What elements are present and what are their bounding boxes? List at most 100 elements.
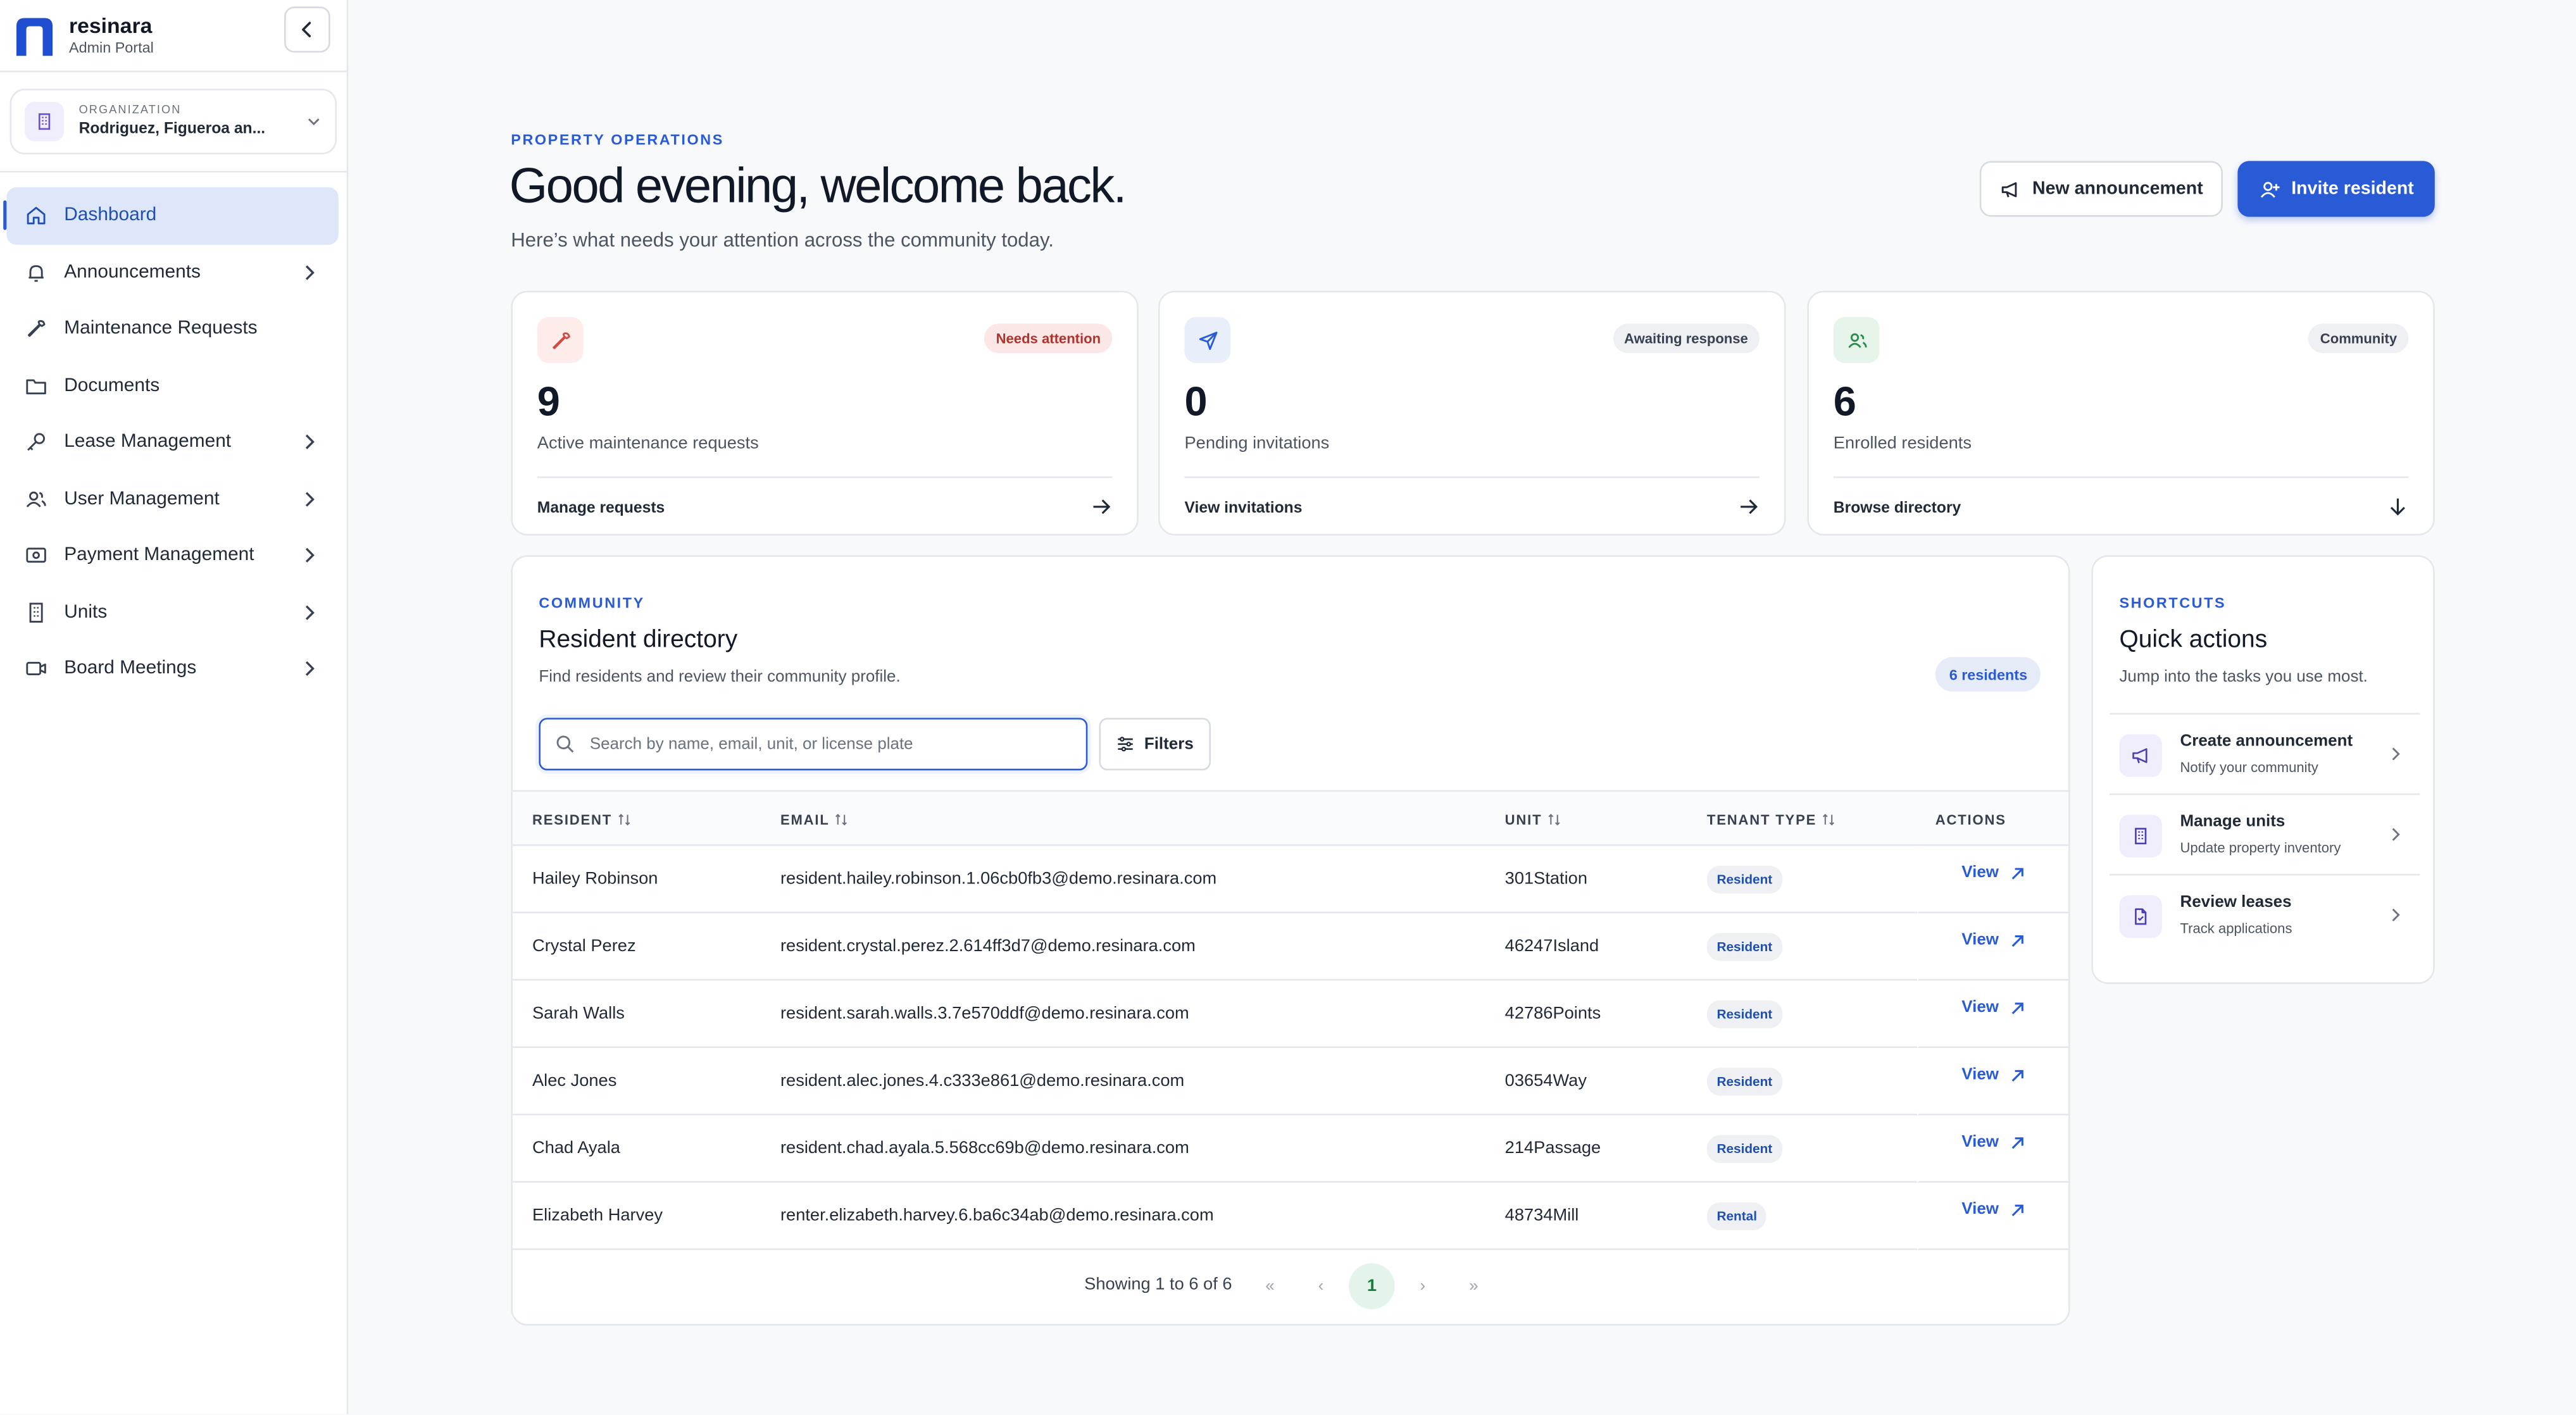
resident-name: Chad Ayala [532, 1138, 620, 1158]
sidebar-item-announcements[interactable]: Announcements [6, 244, 338, 301]
status-badge: Community [2308, 323, 2409, 354]
collapse-sidebar-button[interactable] [284, 6, 330, 53]
sidebar-item-maintenance-requests[interactable]: Maintenance Requests [6, 301, 338, 358]
stat-footer-label: View invitations [1184, 498, 1303, 517]
manage-requests-link[interactable]: Manage requests [537, 476, 1113, 537]
arrow-up-right-icon [2011, 867, 2023, 879]
arrow-down-icon [2390, 498, 2405, 516]
megaphone-icon [2119, 734, 2162, 777]
stat-label: Pending invitations [1184, 433, 1330, 454]
tenant-type-badge: Resident [1706, 865, 1782, 894]
directory-eyebrow: COMMUNITY [539, 594, 645, 611]
page-eyebrow: PROPERTY OPERATIONS [511, 131, 724, 148]
sidebar-item-label: Lease Management [64, 432, 232, 452]
next-page-button[interactable]: › [1400, 1263, 1446, 1309]
row-actions: View [1917, 980, 2068, 1049]
sidebar-item-documents[interactable]: Documents [6, 358, 338, 415]
search-placeholder: Search by name, email, unit, or license … [589, 735, 913, 754]
organization-label: ORGANIZATION [78, 105, 182, 117]
arrow-up-right-icon [2011, 934, 2023, 946]
chevron-right-icon [305, 265, 315, 280]
stat-card-residents: Community 6 Enrolled residents Browse di… [1807, 290, 2435, 537]
invite-resident-button[interactable]: Invite resident [2237, 161, 2435, 217]
page-1-button[interactable]: 1 [1349, 1263, 1395, 1309]
page-title: Good evening, welcome back. [509, 159, 1127, 214]
filters-label: Filters [1144, 735, 1194, 754]
view-label: View [1961, 864, 1999, 882]
resident-name: Sarah Walls [532, 1003, 625, 1024]
stat-footer-label: Browse directory [1833, 498, 1961, 517]
column-label: RESIDENT [532, 811, 613, 828]
view-resident-link[interactable]: View [1961, 999, 2025, 1017]
resident-unit: 03654Way [1504, 1071, 1587, 1091]
view-resident-link[interactable]: View [1961, 1066, 2025, 1084]
sidebar-item-dashboard[interactable]: Dashboard [3, 187, 339, 244]
view-resident-link[interactable]: View [1961, 1200, 2025, 1219]
last-page-button[interactable]: » [1451, 1263, 1497, 1309]
sidebar-item-board-meetings[interactable]: Board Meetings [6, 640, 338, 697]
column-tenant-type[interactable]: TENANT TYPE [1707, 811, 1835, 828]
sidebar-item-label: Board Meetings [64, 659, 197, 679]
quick-action-title: Manage units [2180, 813, 2285, 832]
resident-unit: 46247Island [1504, 936, 1599, 956]
resident-email: resident.hailey.robinson.1.06cb0fb3@demo… [780, 869, 1217, 889]
resident-directory-card: COMMUNITY Resident directory Find reside… [511, 555, 2070, 1326]
stat-footer-label: Manage requests [537, 498, 665, 517]
table-row: Hailey Robinson resident.hailey.robinson… [512, 846, 1918, 914]
browse-directory-link[interactable]: Browse directory [1833, 476, 2409, 537]
sidebar-item-payment-management[interactable]: Payment Management [6, 527, 338, 584]
row-actions: View [1917, 845, 2068, 914]
resident-unit: 214Passage [1504, 1138, 1601, 1158]
quick-actions-eyebrow: SHORTCUTS [2119, 594, 2227, 611]
sort-icon [1547, 813, 1560, 826]
row-actions: View [1917, 1182, 2068, 1250]
view-resident-link[interactable]: View [1961, 1133, 2025, 1152]
column-unit[interactable]: UNIT [1505, 811, 1560, 828]
stat-value: 9 [537, 379, 560, 426]
arrow-up-right-icon [2011, 1002, 2023, 1014]
column-email[interactable]: EMAIL [780, 811, 847, 828]
sliders-icon [1118, 737, 1134, 752]
chevron-right-icon [305, 604, 315, 620]
resident-email: resident.crystal.perez.2.614ff3d7@demo.r… [780, 936, 1196, 956]
tenant-type-badge: Resident [1706, 1000, 1782, 1028]
resident-search-input[interactable]: Search by name, email, unit, or license … [539, 718, 1088, 771]
prev-page-button[interactable]: ‹ [1298, 1263, 1344, 1309]
home-icon [25, 204, 47, 227]
view-resident-link[interactable]: View [1961, 932, 2025, 949]
pagination-summary: Showing 1 to 6 of 6 [1084, 1275, 1232, 1295]
megaphone-icon [2001, 181, 2017, 197]
view-invitations-link[interactable]: View invitations [1184, 476, 1760, 537]
chevron-down-icon [308, 118, 320, 125]
building-icon [25, 601, 47, 623]
resident-name: Crystal Perez [532, 936, 636, 956]
filters-button[interactable]: Filters [1099, 718, 1211, 771]
resident-unit: 301Station [1504, 869, 1588, 889]
sidebar-item-label: Documents [64, 375, 160, 396]
sidebar-item-user-management[interactable]: User Management [6, 471, 338, 528]
column-label: ACTIONS [1935, 811, 2006, 828]
key-icon [25, 431, 47, 454]
sidebar-item-lease-management[interactable]: Lease Management [6, 414, 338, 471]
building-icon [2119, 814, 2162, 857]
stat-card-invitations: Awaiting response 0 Pending invitations … [1158, 290, 1786, 537]
row-actions: View [1917, 1048, 2068, 1116]
quick-actions-subtitle: Jump into the tasks you use most. [2119, 668, 2368, 687]
document-icon [2119, 895, 2162, 938]
review-leases-action[interactable]: Review leases Track applications [2109, 873, 2420, 954]
manage-units-action[interactable]: Manage units Update property inventory [2109, 793, 2420, 874]
building-icon [24, 101, 65, 142]
page-subtitle: Here’s what needs your attention across … [511, 228, 1054, 252]
view-label: View [1961, 1133, 1999, 1152]
app-name: resinara [69, 12, 153, 37]
first-page-button[interactable]: « [1247, 1263, 1293, 1309]
sidebar-item-units[interactable]: Units [6, 584, 338, 641]
organization-switcher[interactable]: ORGANIZATION Rodriguez, Figueroa an... [9, 89, 337, 154]
view-label: View [1961, 999, 1999, 1017]
column-resident[interactable]: RESIDENT [532, 811, 630, 828]
create-announcement-action[interactable]: Create announcement Notify your communit… [2109, 713, 2420, 794]
view-resident-link[interactable]: View [1961, 864, 2025, 882]
new-announcement-button[interactable]: New announcement [1979, 161, 2223, 217]
table-row: Elizabeth Harvey renter.elizabeth.harvey… [512, 1183, 1918, 1250]
chevron-right-icon [2392, 908, 2400, 921]
